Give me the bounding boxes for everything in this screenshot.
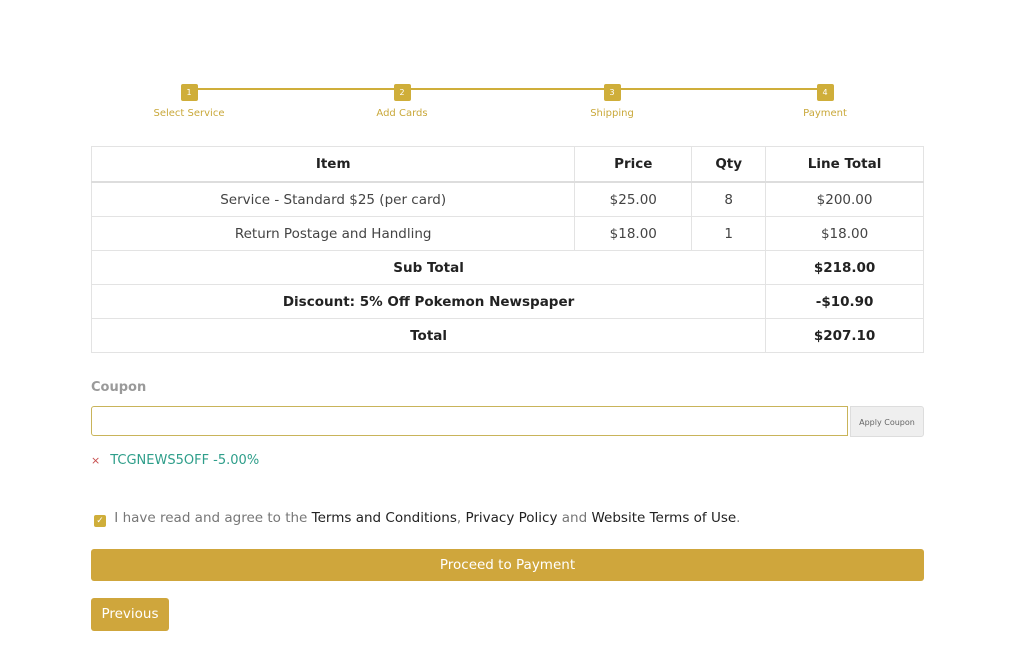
step-number: 1 (180, 84, 198, 101)
step-number: 3 (603, 84, 621, 101)
cell-item: Return Postage and Handling (90, 216, 576, 251)
cell-price: $18.00 (574, 216, 693, 251)
step-label: Add Cards (376, 108, 428, 119)
step-label: Payment (803, 108, 847, 119)
progress-stepper: 1 Select Service 2 Add Cards 3 Shipping … (91, 80, 925, 130)
table-row: Return Postage and Handling $18.00 1 $18… (90, 216, 924, 251)
total-label: Total (90, 318, 767, 353)
terms-and: and (561, 510, 588, 526)
step-label: Select Service (153, 108, 225, 119)
cell-item: Service - Standard $25 (per card) (90, 181, 576, 217)
column-header-line-total: Line Total (765, 146, 924, 183)
table-row: Service - Standard $25 (per card) $25.00… (90, 181, 924, 217)
cell-qty: 1 (691, 216, 767, 251)
table-header-row: Item Price Qty Line Total (90, 146, 924, 183)
terms-separator: , (456, 510, 462, 526)
coupon-input[interactable] (91, 406, 848, 436)
cell-line-total: $18.00 (765, 216, 924, 251)
step-select-service: 1 Select Service (129, 80, 249, 119)
proceed-to-payment-button[interactable]: Proceed to Payment (91, 549, 924, 581)
column-header-qty: Qty (691, 146, 767, 183)
applied-coupon: × TCGNEWS5OFF -5.00% (91, 453, 259, 468)
terms-prefix: I have read and agree to the (114, 510, 308, 526)
subtotal-row: Sub Total $218.00 (90, 250, 924, 285)
total-row: Total $207.10 (90, 318, 924, 353)
column-header-price: Price (574, 146, 693, 183)
cell-price: $25.00 (574, 181, 693, 217)
total-value: $207.10 (765, 318, 924, 353)
step-number: 2 (393, 84, 411, 101)
cell-qty: 8 (691, 181, 767, 217)
step-label: Shipping (590, 108, 634, 119)
step-shipping: 3 Shipping (552, 80, 672, 119)
subtotal-label: Sub Total (90, 250, 767, 285)
discount-label: Discount: 5% Off Pokemon Newspaper (90, 284, 767, 319)
privacy-policy-link[interactable]: Privacy Policy (465, 510, 557, 526)
discount-row: Discount: 5% Off Pokemon Newspaper -$10.… (90, 284, 924, 319)
discount-value: -$10.90 (765, 284, 924, 319)
stepper-line (189, 88, 825, 90)
previous-button[interactable]: Previous (91, 598, 169, 631)
step-payment: 4 Payment (765, 80, 885, 119)
step-add-cards: 2 Add Cards (342, 80, 462, 119)
website-terms-link[interactable]: Website Terms of Use (591, 510, 736, 526)
terms-agreement: ✓ I have read and agree to the Terms and… (94, 510, 740, 527)
apply-coupon-button[interactable]: Apply Coupon (850, 406, 924, 437)
terms-suffix: . (736, 510, 741, 526)
step-number: 4 (816, 84, 834, 101)
terms-checkbox[interactable]: ✓ (94, 515, 106, 527)
terms-conditions-link[interactable]: Terms and Conditions (312, 510, 457, 526)
column-header-item: Item (90, 146, 576, 183)
applied-coupon-code: TCGNEWS5OFF -5.00% (110, 453, 260, 468)
coupon-label: Coupon (91, 380, 147, 395)
subtotal-value: $218.00 (765, 250, 924, 285)
cell-line-total: $200.00 (765, 181, 924, 217)
remove-coupon-icon[interactable]: × (91, 454, 100, 467)
order-summary-table: Item Price Qty Line Total Service - Stan… (90, 146, 924, 353)
